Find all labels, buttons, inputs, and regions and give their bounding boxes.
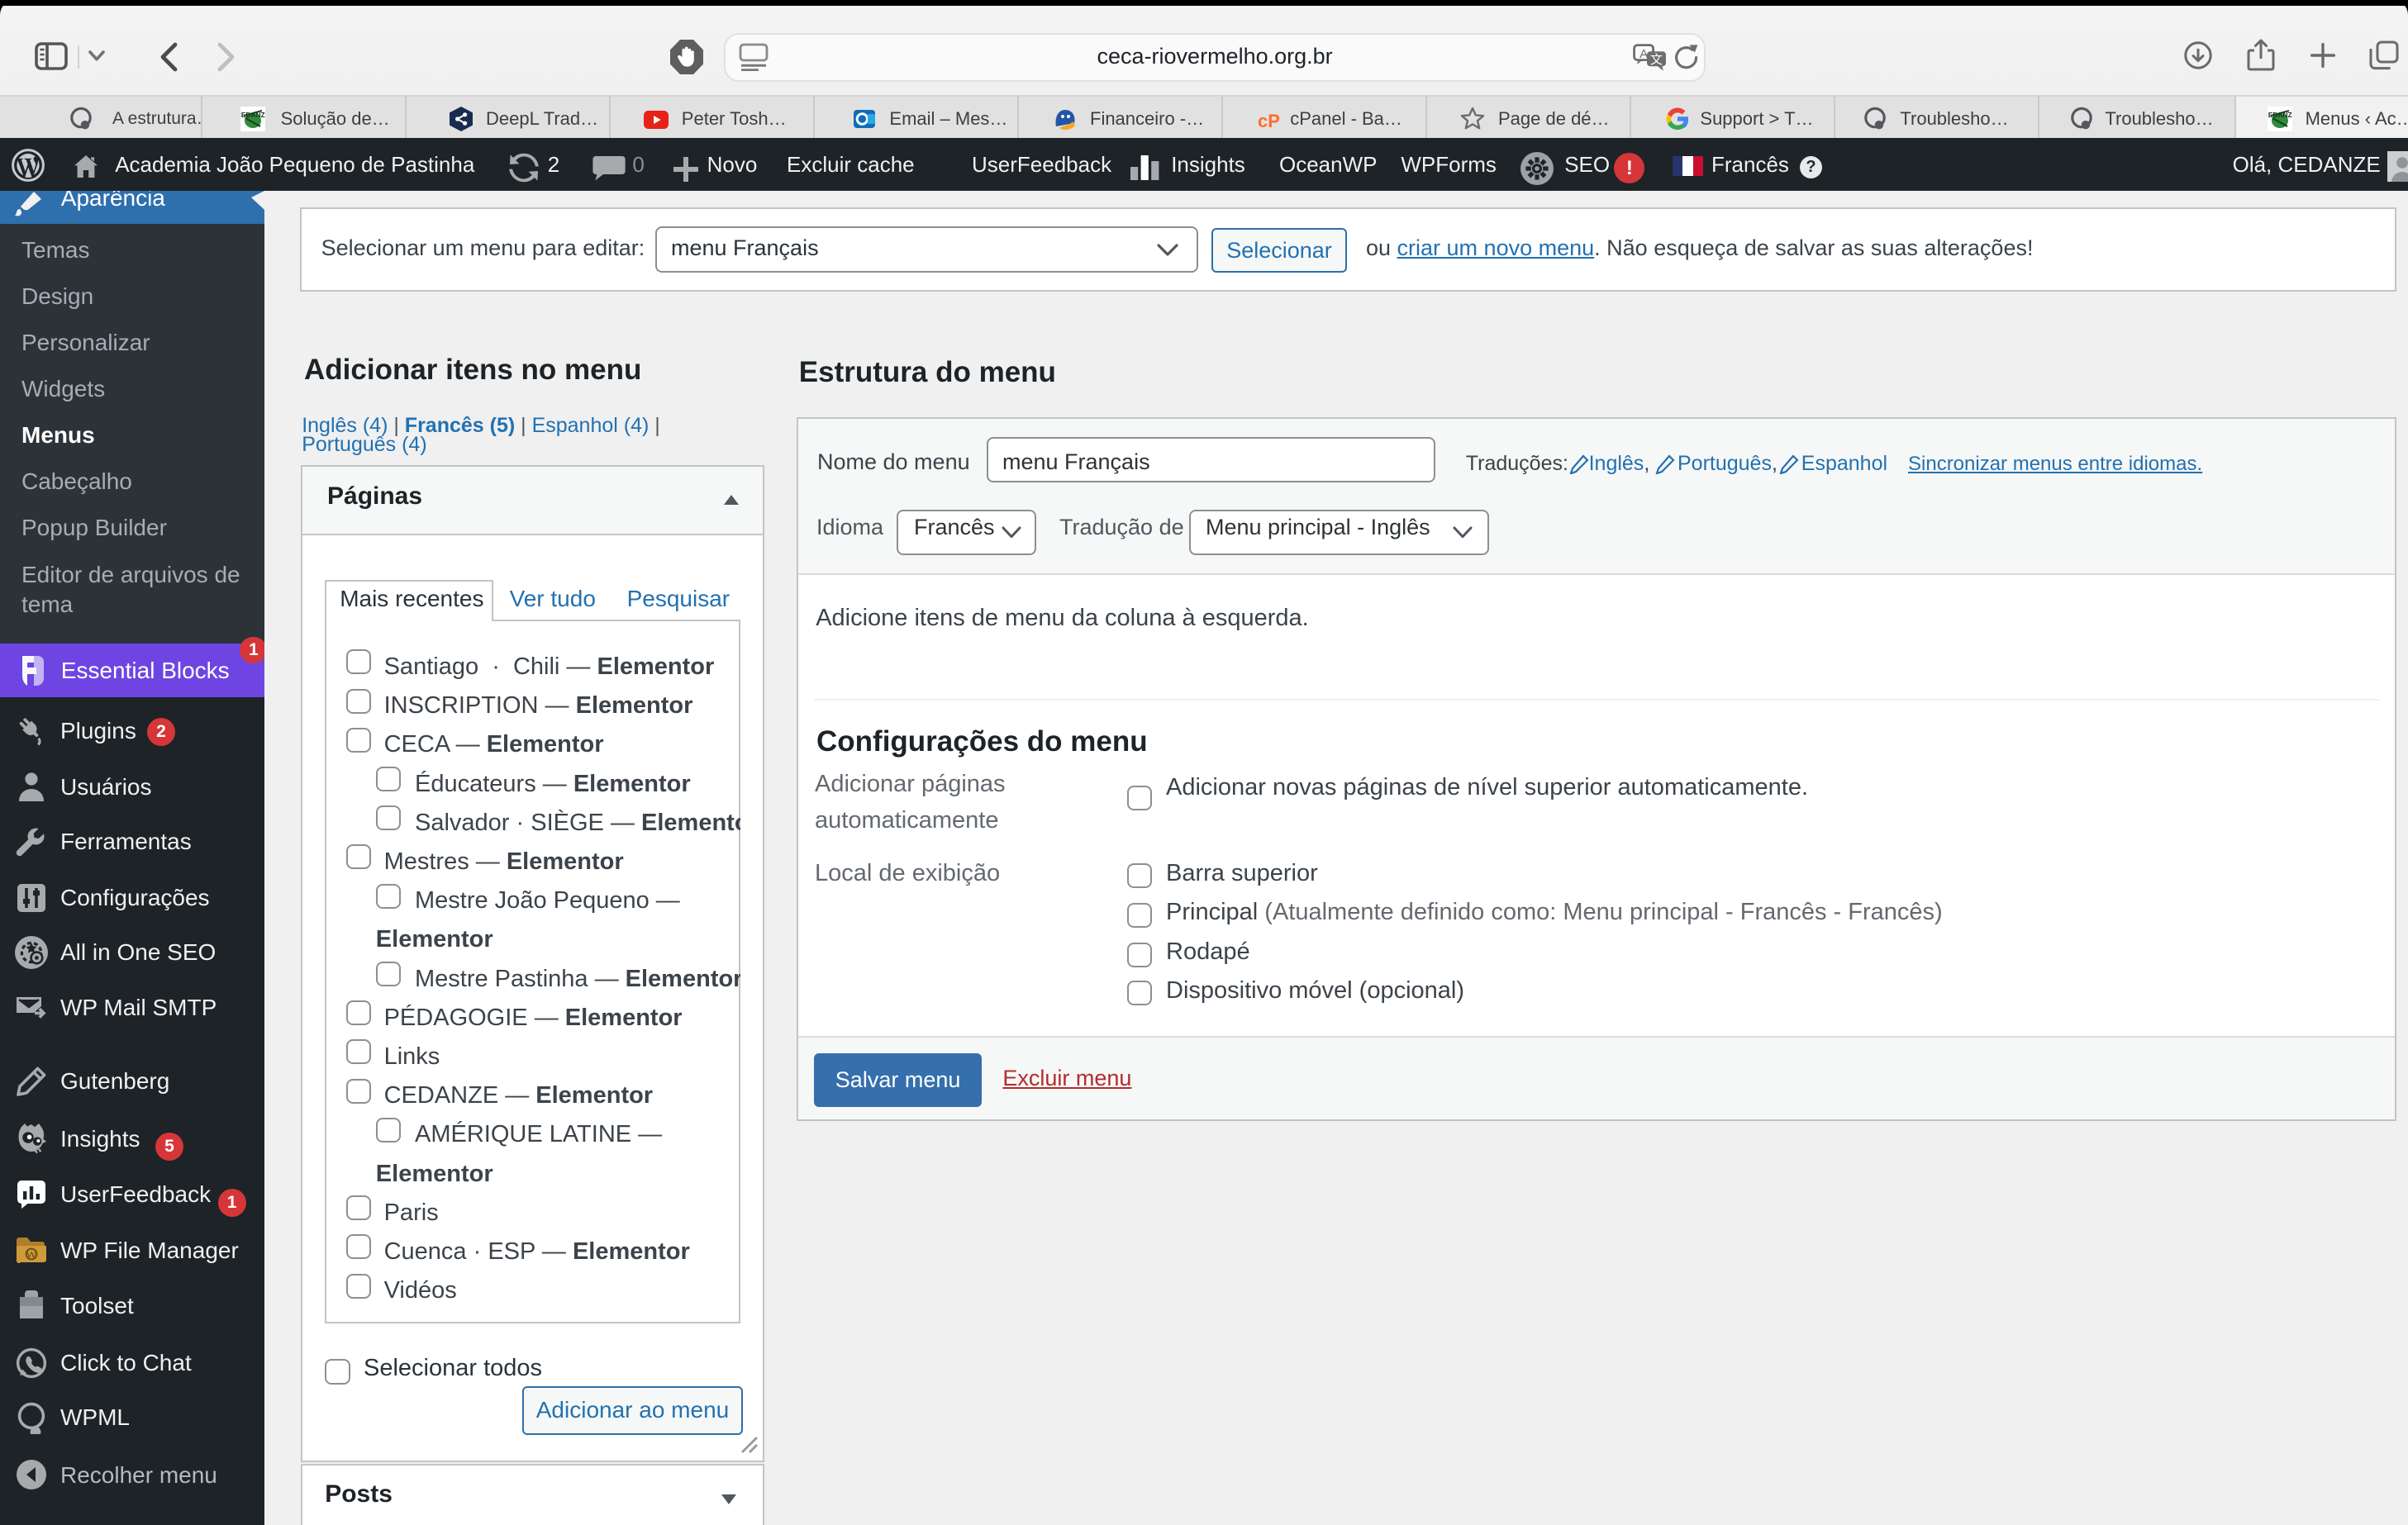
svg-text:文: 文 xyxy=(1650,53,1663,67)
svg-text:CEDANZE: CEDANZE xyxy=(240,111,265,119)
svg-text:CEDANZE: CEDANZE xyxy=(2268,111,2292,119)
svg-text:A: A xyxy=(1639,47,1648,61)
svg-text:W: W xyxy=(26,1249,37,1261)
svg-text:cP: cP xyxy=(1258,111,1280,131)
